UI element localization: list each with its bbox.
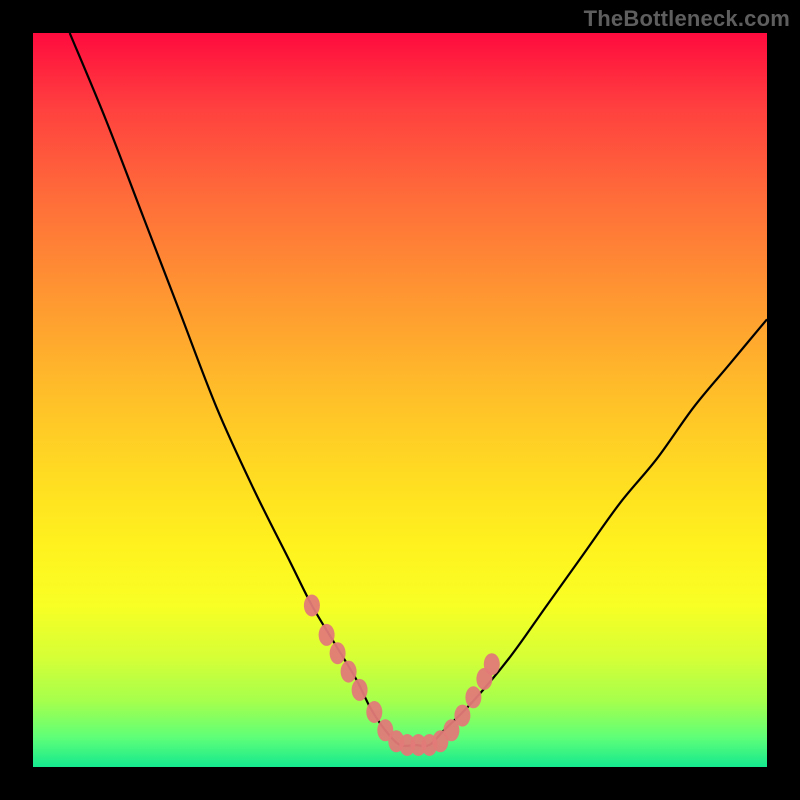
marker-dot (330, 642, 346, 664)
marker-dot (484, 653, 500, 675)
watermark-text: TheBottleneck.com (584, 6, 790, 32)
marker-dot (319, 624, 335, 646)
bottleneck-curve (70, 33, 767, 746)
marker-dot (352, 679, 368, 701)
marker-dot (454, 705, 470, 727)
highlighted-points (304, 595, 500, 757)
marker-dot (304, 595, 320, 617)
marker-dot (366, 701, 382, 723)
chart-frame: TheBottleneck.com (0, 0, 800, 800)
marker-dot (465, 686, 481, 708)
marker-dot (341, 661, 357, 683)
curve-layer (33, 33, 767, 767)
